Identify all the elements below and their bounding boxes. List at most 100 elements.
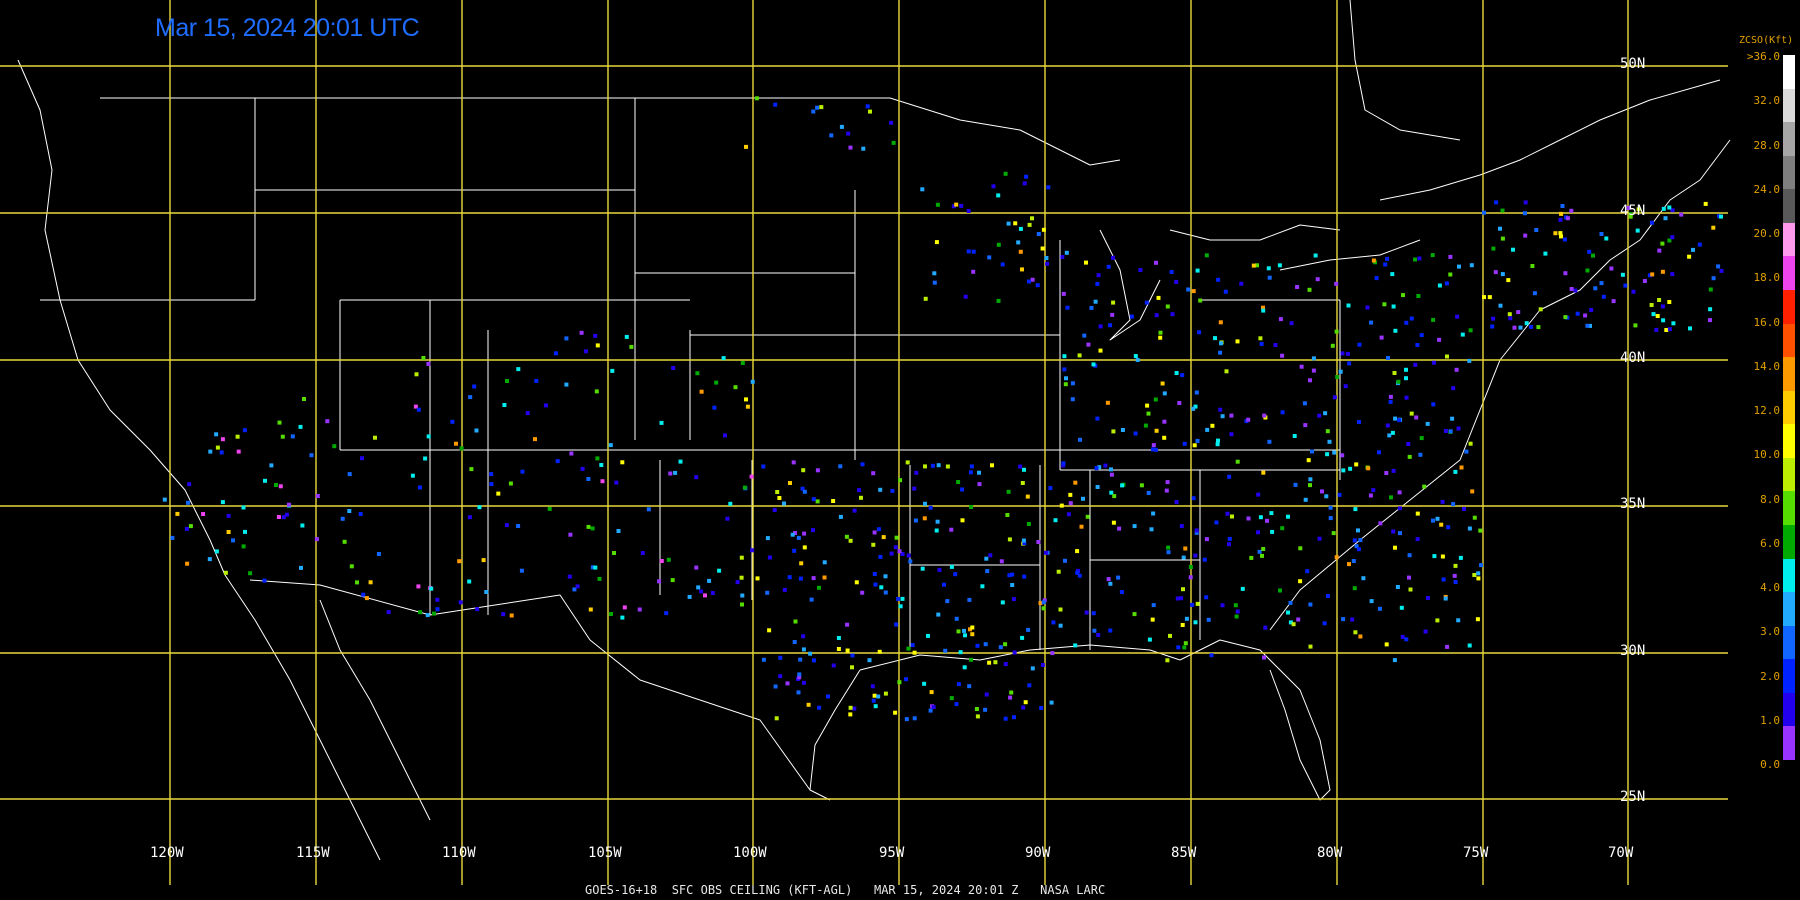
station-marker (1089, 305, 1094, 310)
station-marker (298, 424, 303, 429)
station-marker (1377, 606, 1382, 611)
station-marker (458, 600, 463, 605)
station-marker (590, 526, 595, 531)
station-marker (889, 551, 894, 556)
legend-label: 32.0 (1753, 94, 1781, 108)
station-marker (985, 569, 990, 574)
station-marker (1445, 354, 1449, 359)
latitude-label: 35N (1620, 496, 1646, 512)
station-marker (1440, 554, 1445, 559)
station-marker (516, 367, 521, 372)
station-marker (1395, 585, 1400, 589)
station-marker (1311, 368, 1316, 373)
station-marker (1500, 272, 1505, 277)
station-marker (593, 565, 598, 570)
station-marker (1213, 336, 1217, 341)
station-marker (1108, 581, 1113, 586)
station-marker (1708, 318, 1712, 323)
station-marker (1393, 328, 1398, 333)
station-marker (942, 582, 946, 587)
station-marker (1021, 705, 1026, 710)
station-marker (1400, 634, 1405, 639)
station-marker (1340, 453, 1345, 458)
station-marker (1197, 330, 1202, 335)
station-marker (368, 580, 373, 585)
station-marker (340, 516, 345, 521)
station-marker (905, 460, 910, 465)
station-marker (1293, 482, 1298, 487)
legend-color-swatch (1783, 155, 1795, 190)
station-marker (1366, 466, 1371, 471)
station-marker (1044, 256, 1049, 260)
station-marker (1151, 511, 1156, 516)
station-marker (1563, 315, 1568, 320)
station-marker (1508, 316, 1513, 321)
station-marker (1397, 490, 1402, 495)
station-marker (1070, 381, 1075, 386)
station-marker (1708, 287, 1713, 292)
station-marker (1667, 205, 1672, 210)
station-marker (954, 616, 959, 621)
station-marker (848, 538, 853, 543)
station-marker (616, 529, 621, 533)
station-marker (1164, 488, 1169, 493)
station-marker (1661, 318, 1666, 323)
station-marker (1144, 300, 1149, 305)
station-marker (520, 469, 525, 474)
station-marker (1078, 437, 1082, 442)
station-marker (1407, 553, 1412, 558)
station-marker (1341, 468, 1346, 473)
station-marker (1620, 272, 1625, 277)
legend-label: 16.0 (1753, 315, 1781, 329)
longitude-label: 95W (879, 845, 905, 861)
station-marker (852, 508, 857, 513)
station-marker (1654, 327, 1659, 332)
station-marker (620, 460, 625, 465)
station-marker (1186, 287, 1191, 292)
station-marker (1553, 231, 1558, 236)
station-marker (1657, 298, 1662, 302)
station-marker (516, 524, 521, 528)
legend-color-swatch (1783, 525, 1795, 560)
station-marker (1306, 458, 1311, 463)
station-marker (360, 456, 364, 461)
station-marker (1256, 492, 1261, 497)
station-marker (1105, 400, 1110, 405)
station-marker (1291, 622, 1296, 627)
station-marker (1310, 449, 1314, 454)
station-marker (1529, 324, 1534, 329)
station-marker (1500, 208, 1505, 213)
station-marker (1633, 323, 1638, 328)
station-marker (801, 468, 806, 473)
station-marker (928, 505, 933, 510)
station-marker (475, 607, 480, 612)
station-marker (595, 456, 600, 461)
station-marker (162, 497, 167, 502)
station-marker (1000, 600, 1005, 605)
station-marker (984, 556, 989, 561)
station-marker (797, 672, 802, 677)
station-marker (1007, 573, 1012, 578)
station-marker (286, 502, 291, 507)
station-marker (1091, 362, 1096, 367)
station-marker (1106, 577, 1111, 582)
station-marker (423, 456, 428, 461)
station-marker (1435, 618, 1440, 623)
station-marker (1233, 603, 1238, 608)
station-marker (1417, 256, 1422, 261)
station-marker (1257, 549, 1262, 554)
station-marker (1719, 268, 1724, 273)
station-marker (1407, 454, 1412, 459)
station-marker (1077, 573, 1082, 578)
station-marker (1575, 311, 1580, 316)
station-marker (1415, 343, 1420, 347)
station-marker (1025, 494, 1030, 499)
station-marker (975, 643, 980, 648)
station-marker (778, 655, 783, 660)
station-marker (1506, 278, 1511, 283)
station-marker (1650, 272, 1655, 277)
station-marker (1082, 333, 1087, 338)
station-marker (1150, 617, 1155, 622)
station-marker (822, 575, 827, 580)
station-marker (184, 526, 189, 531)
